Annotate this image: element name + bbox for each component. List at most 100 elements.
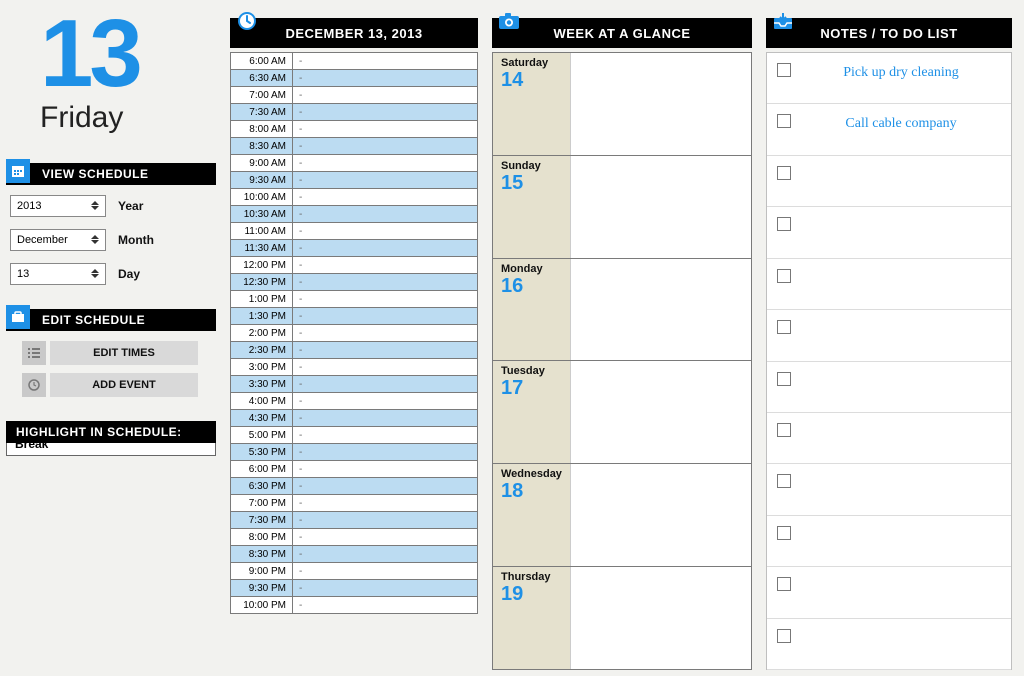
- highlight-header: HIGHLIGHT IN SCHEDULE:: [6, 421, 216, 443]
- note-row[interactable]: [767, 156, 1011, 207]
- schedule-value: -: [293, 597, 477, 613]
- schedule-row[interactable]: 7:30 AM-: [231, 104, 477, 121]
- week-day[interactable]: Sunday15: [493, 156, 751, 259]
- schedule-row[interactable]: 7:00 PM-: [231, 495, 477, 512]
- schedule-row[interactable]: 8:00 PM-: [231, 529, 477, 546]
- week-day-side: Thursday19: [493, 567, 571, 669]
- note-checkbox[interactable]: [777, 629, 791, 643]
- schedule-row[interactable]: 5:00 PM-: [231, 427, 477, 444]
- schedule-row[interactable]: 10:00 PM-: [231, 597, 477, 614]
- schedule-value: -: [293, 189, 477, 205]
- week-day-body[interactable]: [571, 259, 751, 361]
- note-checkbox[interactable]: [777, 217, 791, 231]
- schedule-row[interactable]: 8:30 PM-: [231, 546, 477, 563]
- schedule-time: 5:30 PM: [231, 444, 293, 460]
- note-row[interactable]: [767, 362, 1011, 413]
- note-row[interactable]: Call cable company: [767, 104, 1011, 155]
- note-checkbox[interactable]: [777, 320, 791, 334]
- schedule-row[interactable]: 4:30 PM-: [231, 410, 477, 427]
- spinner-icon[interactable]: [91, 269, 103, 278]
- note-checkbox[interactable]: [777, 423, 791, 437]
- schedule-time: 10:00 PM: [231, 597, 293, 613]
- week-list: Saturday14Sunday15Monday16Tuesday17Wedne…: [492, 52, 752, 670]
- week-day[interactable]: Tuesday17: [493, 361, 751, 464]
- date-day-name: Friday: [40, 101, 216, 135]
- schedule-row[interactable]: 7:00 AM-: [231, 87, 477, 104]
- note-checkbox[interactable]: [777, 577, 791, 591]
- view-schedule-header: VIEW SCHEDULE: [6, 163, 216, 185]
- week-day-body[interactable]: [571, 156, 751, 258]
- note-row[interactable]: [767, 310, 1011, 361]
- schedule-row[interactable]: 1:00 PM-: [231, 291, 477, 308]
- schedule-row[interactable]: 3:00 PM-: [231, 359, 477, 376]
- schedule-row[interactable]: 6:30 AM-: [231, 70, 477, 87]
- schedule-row[interactable]: 11:00 AM-: [231, 223, 477, 240]
- note-checkbox[interactable]: [777, 166, 791, 180]
- edit-times-button[interactable]: EDIT TIMES: [50, 341, 198, 365]
- note-checkbox[interactable]: [777, 269, 791, 283]
- schedule-value: -: [293, 461, 477, 477]
- note-checkbox[interactable]: [777, 526, 791, 540]
- schedule-row[interactable]: 2:30 PM-: [231, 342, 477, 359]
- note-checkbox[interactable]: [777, 372, 791, 386]
- week-title: WEEK AT A GLANCE: [553, 26, 690, 41]
- schedule-row[interactable]: 9:30 PM-: [231, 580, 477, 597]
- note-row[interactable]: [767, 619, 1011, 670]
- schedule-row[interactable]: 3:30 PM-: [231, 376, 477, 393]
- spinner-icon[interactable]: [91, 201, 103, 210]
- month-value: December: [17, 234, 68, 246]
- schedule-row[interactable]: 4:00 PM-: [231, 393, 477, 410]
- month-picker[interactable]: December: [10, 229, 106, 251]
- schedule-time: 9:00 PM: [231, 563, 293, 579]
- note-row[interactable]: [767, 413, 1011, 464]
- note-row[interactable]: [767, 259, 1011, 310]
- schedule-row[interactable]: 7:30 PM-: [231, 512, 477, 529]
- week-day[interactable]: Saturday14: [493, 53, 751, 156]
- week-day[interactable]: Thursday19: [493, 567, 751, 670]
- note-row[interactable]: [767, 207, 1011, 258]
- schedule-row[interactable]: 8:30 AM-: [231, 138, 477, 155]
- week-day-name: Wednesday: [501, 468, 570, 480]
- note-row[interactable]: [767, 516, 1011, 567]
- week-day-side: Tuesday17: [493, 361, 571, 463]
- schedule-row[interactable]: 10:30 AM-: [231, 206, 477, 223]
- edit-schedule-label: EDIT SCHEDULE: [42, 313, 145, 327]
- week-day-body[interactable]: [571, 361, 751, 463]
- week-day[interactable]: Monday16: [493, 259, 751, 362]
- schedule-row[interactable]: 1:30 PM-: [231, 308, 477, 325]
- add-event-button[interactable]: ADD EVENT: [50, 373, 198, 397]
- schedule-header: DECEMBER 13, 2013: [230, 18, 478, 48]
- schedule-time: 6:00 PM: [231, 461, 293, 477]
- schedule-row[interactable]: 9:00 AM-: [231, 155, 477, 172]
- inbox-icon: [770, 8, 796, 34]
- week-day-body[interactable]: [571, 464, 751, 566]
- note-checkbox[interactable]: [777, 114, 791, 128]
- schedule-row[interactable]: 10:00 AM-: [231, 189, 477, 206]
- note-row[interactable]: [767, 567, 1011, 618]
- schedule-row[interactable]: 2:00 PM-: [231, 325, 477, 342]
- schedule-row[interactable]: 9:00 PM-: [231, 563, 477, 580]
- note-row[interactable]: [767, 464, 1011, 515]
- schedule-row[interactable]: 12:30 PM-: [231, 274, 477, 291]
- schedule-row[interactable]: 6:30 PM-: [231, 478, 477, 495]
- schedule-time: 1:00 PM: [231, 291, 293, 307]
- schedule-row[interactable]: 8:00 AM-: [231, 121, 477, 138]
- note-checkbox[interactable]: [777, 63, 791, 77]
- schedule-row[interactable]: 6:00 PM-: [231, 461, 477, 478]
- spinner-icon[interactable]: [91, 235, 103, 244]
- schedule-row[interactable]: 11:30 AM-: [231, 240, 477, 257]
- week-day-body[interactable]: [571, 53, 751, 155]
- schedule-row[interactable]: 9:30 AM-: [231, 172, 477, 189]
- note-checkbox[interactable]: [777, 474, 791, 488]
- year-picker[interactable]: 2013: [10, 195, 106, 217]
- schedule-value: -: [293, 376, 477, 392]
- schedule-row[interactable]: 12:00 PM-: [231, 257, 477, 274]
- note-row[interactable]: Pick up dry cleaning: [767, 53, 1011, 104]
- schedule-row[interactable]: 5:30 PM-: [231, 444, 477, 461]
- camera-icon: [496, 8, 522, 34]
- week-day-body[interactable]: [571, 567, 751, 669]
- week-day[interactable]: Wednesday18: [493, 464, 751, 567]
- day-picker[interactable]: 13: [10, 263, 106, 285]
- schedule-row[interactable]: 6:00 AM-: [231, 53, 477, 70]
- schedule-value: -: [293, 53, 477, 69]
